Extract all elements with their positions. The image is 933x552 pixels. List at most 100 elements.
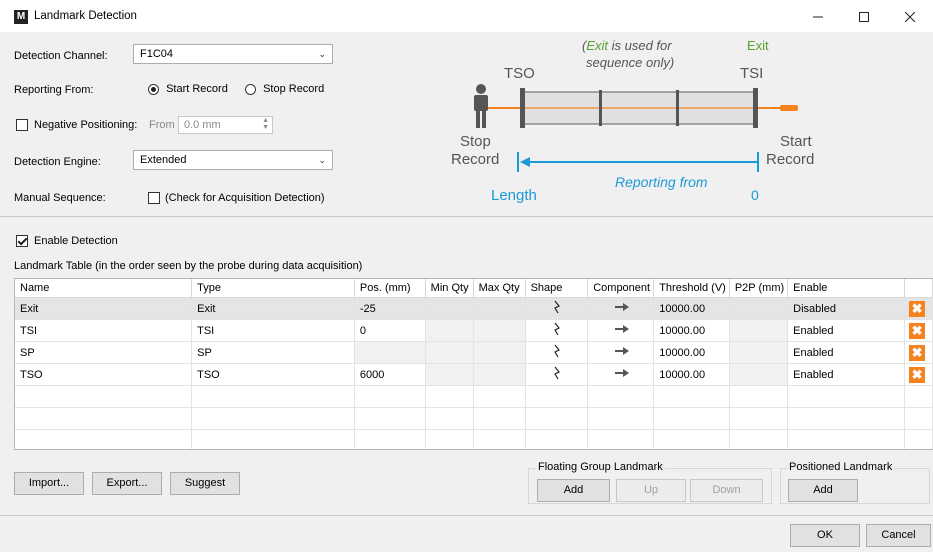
cell-min-qty[interactable] [425,407,474,430]
cell-enable[interactable]: Enabled [787,363,906,386]
cell-component[interactable] [587,407,655,430]
cell-component[interactable] [587,363,655,386]
manual-sequence-checkbox[interactable] [148,192,160,204]
cell-p2p[interactable] [729,297,789,320]
column-header-enable[interactable]: Enable [787,279,906,298]
cell-name[interactable]: Exit [15,297,193,320]
cell-p2p[interactable] [729,319,789,342]
cell-name[interactable]: SP [15,341,193,364]
detection-engine-select[interactable]: Extended ⌄ [133,150,333,170]
cell-max-qty[interactable] [473,297,526,320]
cell-pos[interactable] [354,407,426,430]
arrow-right-icon[interactable] [614,347,629,359]
cell-pos[interactable] [354,429,426,449]
cell-shape[interactable] [525,407,589,430]
cell-delete[interactable] [904,429,933,449]
radio-start-record[interactable]: Start Record [148,83,228,95]
cell-name[interactable]: TSO [15,363,193,386]
cell-delete[interactable]: ✖ [904,341,933,364]
cell-enable[interactable] [787,407,906,430]
cell-delete[interactable]: ✖ [904,319,933,342]
cell-p2p[interactable] [729,385,789,408]
cell-type[interactable] [191,385,355,408]
radio-start-record-indicator[interactable] [148,83,159,95]
cell-p2p[interactable] [729,363,789,386]
cell-component[interactable] [587,297,655,320]
column-header-max-qty[interactable]: Max Qty [473,279,526,298]
floating-down-button[interactable]: Down [690,479,763,502]
cell-name[interactable] [15,429,193,449]
cell-type[interactable]: TSI [191,319,355,342]
column-header-type[interactable]: Type [191,279,355,298]
cell-min-qty[interactable] [425,429,474,449]
cell-pos[interactable]: -25 [354,297,426,320]
spin-arrows-icon[interactable]: ▲ ▼ [262,117,269,131]
cell-delete[interactable] [904,407,933,430]
cell-type[interactable] [191,429,355,449]
import-button[interactable]: Import... [14,472,84,495]
floating-up-button[interactable]: Up [616,479,686,502]
cell-p2p[interactable] [729,429,789,449]
cell-pos[interactable] [354,341,426,364]
minimize-button[interactable] [795,0,841,32]
cell-shape[interactable] [525,319,589,342]
negative-positioning-checkbox[interactable] [16,119,28,131]
cell-pos[interactable]: 0 [354,319,426,342]
shape-icon[interactable] [553,300,561,317]
cell-threshold[interactable]: 10000.00 [653,297,730,320]
close-button[interactable] [887,0,933,32]
from-position-input[interactable]: 0.0 mm ▲ ▼ [178,116,273,134]
cell-shape[interactable] [525,385,589,408]
column-header-component[interactable]: Component [587,279,655,298]
cell-threshold[interactable]: 10000.00 [653,363,730,386]
floating-add-button[interactable]: Add [537,479,610,502]
cell-pos[interactable] [354,385,426,408]
cancel-button[interactable]: Cancel [866,524,931,547]
cell-shape[interactable] [525,297,589,320]
delete-icon[interactable]: ✖ [909,322,926,339]
detection-channel-select[interactable]: F1C04 ⌄ [133,44,333,64]
cell-enable[interactable]: Enabled [787,341,906,364]
column-header-p2p[interactable]: P2P (mm) [729,279,789,298]
cell-max-qty[interactable] [473,407,526,430]
cell-max-qty[interactable] [473,385,526,408]
cell-threshold[interactable] [653,429,730,449]
column-header-pos[interactable]: Pos. (mm) [354,279,426,298]
cell-shape[interactable] [525,429,589,449]
cell-min-qty[interactable] [425,319,474,342]
column-header-threshold[interactable]: Threshold (V) [653,279,730,298]
cell-enable[interactable] [787,385,906,408]
cell-p2p[interactable] [729,407,789,430]
cell-threshold[interactable]: 10000.00 [653,341,730,364]
radio-stop-record[interactable]: Stop Record [245,83,324,95]
shape-icon[interactable] [553,344,561,361]
cell-enable[interactable]: Enabled [787,319,906,342]
cell-threshold[interactable] [653,385,730,408]
delete-icon[interactable]: ✖ [909,344,926,361]
cell-type[interactable] [191,407,355,430]
table-row[interactable]: TSI TSI 0 10000.00 Enabled ✖ [15,319,933,342]
table-row[interactable] [15,407,933,430]
cell-delete[interactable] [904,385,933,408]
cell-p2p[interactable] [729,341,789,364]
table-row[interactable]: SP SP 10000.00 Enabled ✖ [15,341,933,364]
arrow-right-icon[interactable] [614,303,629,315]
cell-max-qty[interactable] [473,319,526,342]
enable-detection-checkbox[interactable] [16,235,28,247]
cell-delete[interactable]: ✖ [904,297,933,320]
cell-min-qty[interactable] [425,341,474,364]
arrow-right-icon[interactable] [614,325,629,337]
cell-component[interactable] [587,429,655,449]
table-row[interactable] [15,429,933,449]
cell-name[interactable] [15,407,193,430]
delete-icon[interactable]: ✖ [909,366,926,383]
cell-pos[interactable]: 6000 [354,363,426,386]
cell-component[interactable] [587,385,655,408]
maximize-button[interactable] [841,0,887,32]
table-row[interactable]: Exit Exit -25 10000.00 Disabled ✖ [15,297,933,320]
cell-max-qty[interactable] [473,341,526,364]
suggest-button[interactable]: Suggest [170,472,240,495]
cell-threshold[interactable]: 10000.00 [653,319,730,342]
radio-stop-record-indicator[interactable] [245,83,256,95]
cell-component[interactable] [587,341,655,364]
